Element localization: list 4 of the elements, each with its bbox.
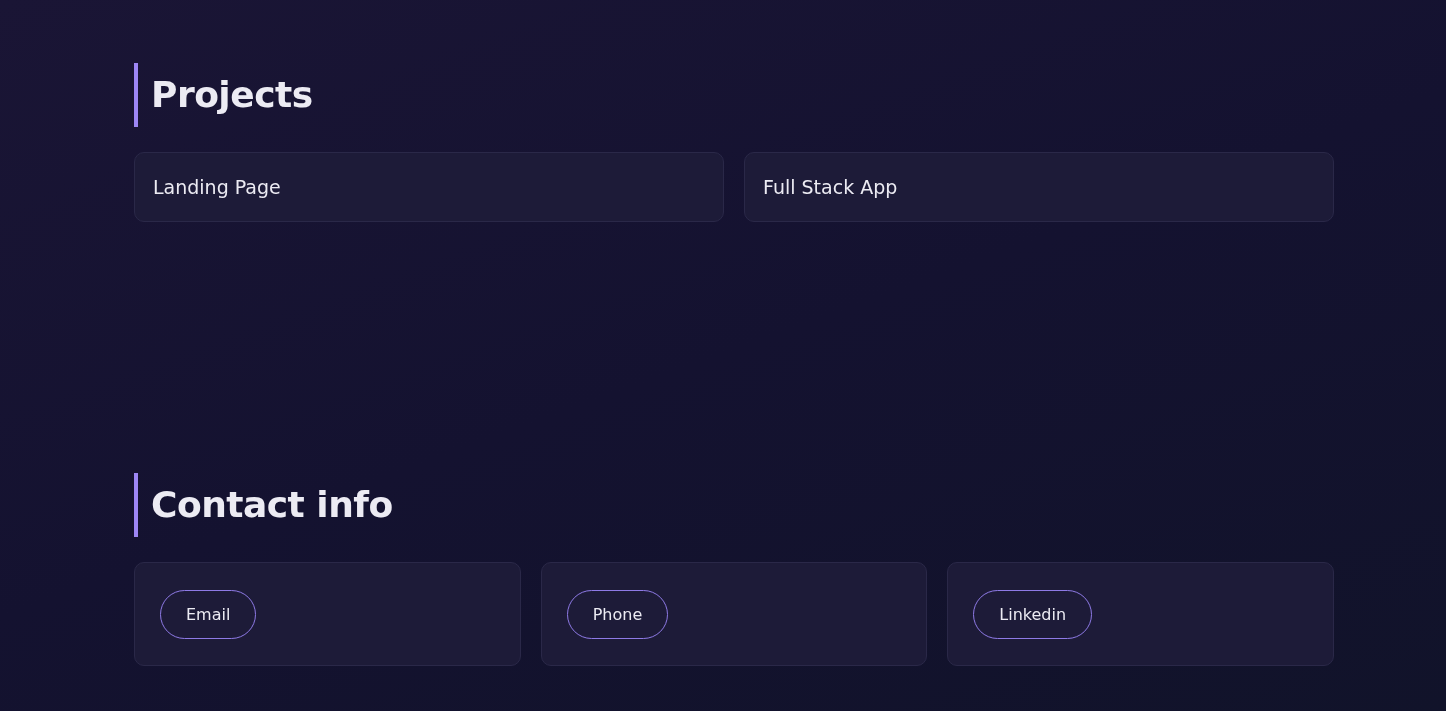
project-card[interactable]: Landing Page bbox=[134, 152, 724, 222]
section-heading: Contact info bbox=[134, 473, 1334, 537]
project-card[interactable]: Full Stack App bbox=[744, 152, 1334, 222]
section-heading: Projects bbox=[134, 63, 1334, 127]
